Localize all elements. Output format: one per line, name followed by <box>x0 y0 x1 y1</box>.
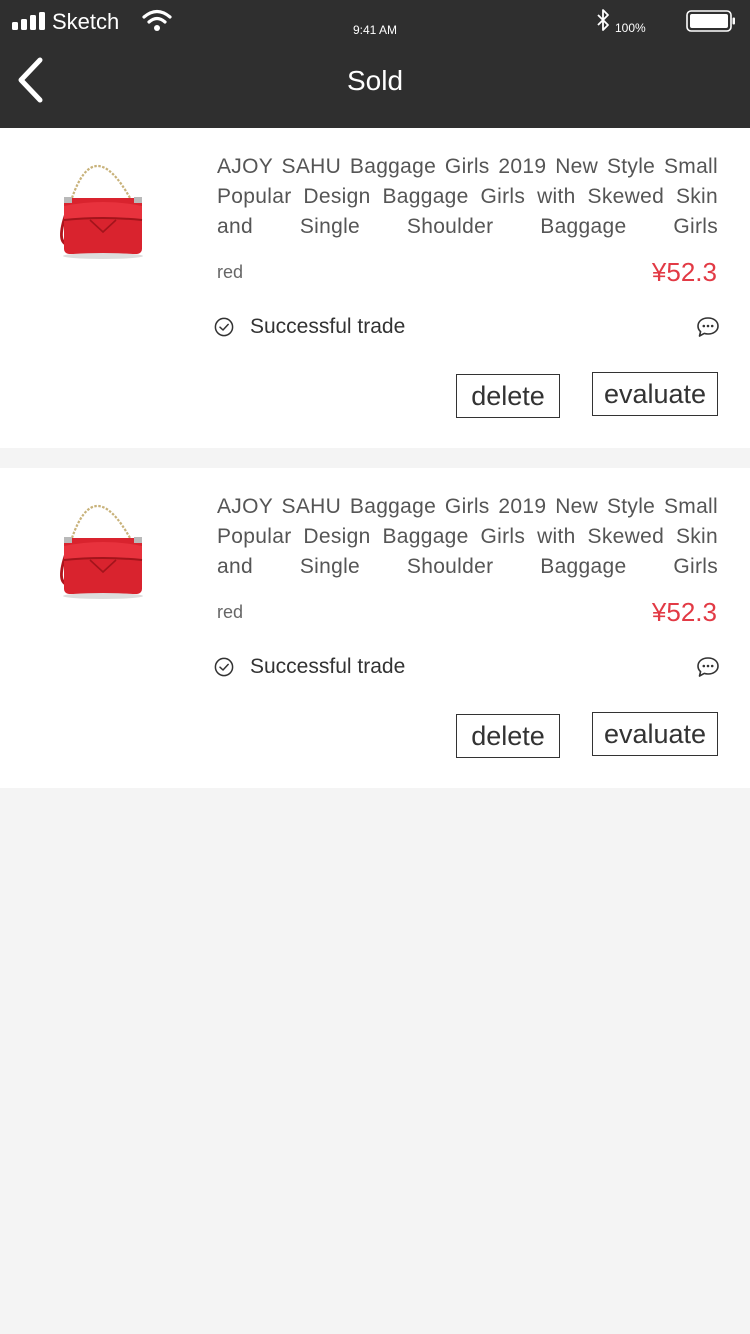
chat-bubble-icon[interactable] <box>696 656 720 678</box>
check-circle-icon <box>214 317 234 337</box>
order-card: AJOY SAHU Baggage Girls 2019 New Style S… <box>0 128 750 448</box>
delete-button[interactable]: delete <box>456 374 560 418</box>
product-variant: red <box>217 602 244 622</box>
product-title[interactable]: AJOY SAHU Baggage Girls 2019 New Style S… <box>217 492 718 582</box>
evaluate-button[interactable]: evaluate <box>592 372 718 416</box>
product-price: ¥52.3 <box>651 597 717 627</box>
delete-button[interactable]: delete <box>456 714 560 758</box>
trade-status: Successful trade <box>250 655 406 678</box>
check-circle-icon <box>214 657 234 677</box>
navigation-bar: Sold <box>0 44 750 128</box>
battery-icon <box>686 10 735 32</box>
chat-bubble-icon[interactable] <box>696 316 720 338</box>
order-card: AJOY SAHU Baggage Girls 2019 New Style S… <box>0 468 750 788</box>
trade-status: Successful trade <box>250 315 406 338</box>
status-bar: Sketch 9:41 AM 100% <box>0 0 750 44</box>
battery-percentage: 100% <box>615 21 646 35</box>
evaluate-button[interactable]: evaluate <box>592 712 718 756</box>
product-price: ¥52.3 <box>651 257 717 287</box>
product-title[interactable]: AJOY SAHU Baggage Girls 2019 New Style S… <box>217 152 718 242</box>
product-variant: red <box>217 262 244 282</box>
product-thumbnail[interactable] <box>50 150 150 262</box>
header: Sketch 9:41 AM 100% Sold <box>0 0 750 128</box>
product-thumbnail[interactable] <box>50 490 150 602</box>
sold-orders-screen: Sketch 9:41 AM 100% Sold AJOY SAHU Bagga… <box>0 0 750 1334</box>
page-title: Sold <box>346 65 404 96</box>
bluetooth-icon <box>597 9 609 31</box>
